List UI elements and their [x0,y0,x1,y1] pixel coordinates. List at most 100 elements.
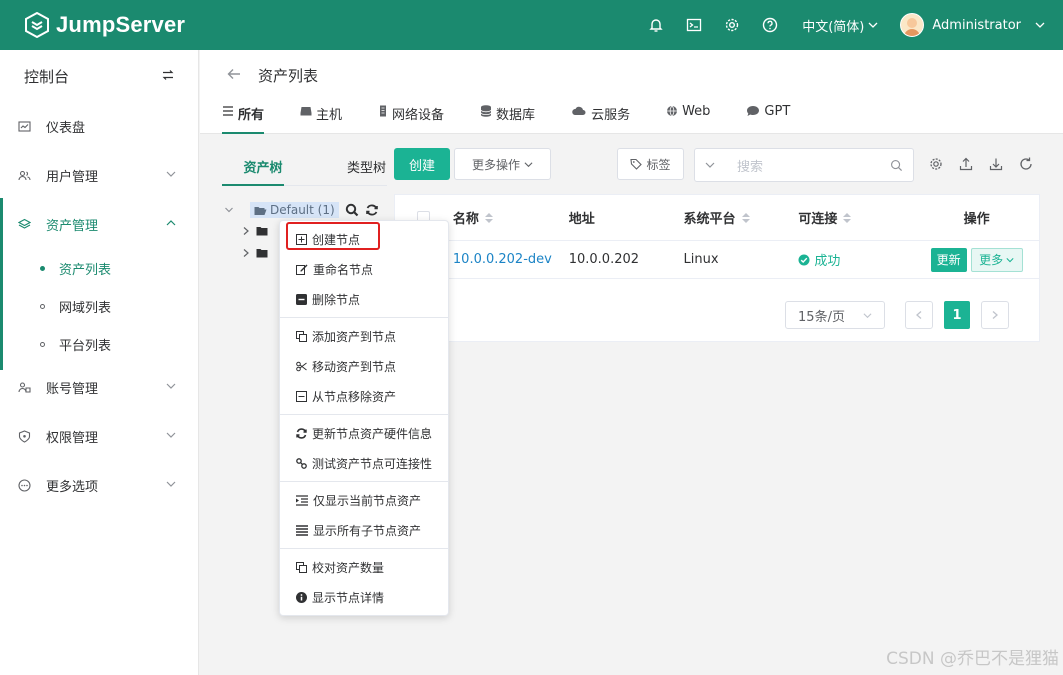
tree-node-child[interactable] [242,248,268,258]
database-icon [480,105,492,117]
menu-item-rename-node[interactable]: 重命名节点 [280,254,448,284]
create-button[interactable]: 创建 [394,148,450,180]
sidebar-subitem-platform-list[interactable]: 平台列表 [0,325,198,363]
sidebar-item-label: 仪表盘 [46,121,86,136]
gear-icon[interactable] [722,15,742,35]
row-more-button[interactable]: 更多 [970,247,1023,272]
menu-item-move-asset-to-node[interactable]: 移动资产到节点 [280,351,448,381]
sidebar-item-more[interactable]: 更多选项 [0,461,198,510]
chevron-right-icon [243,227,249,235]
tab-cloud[interactable]: 云服务 [571,104,630,134]
tab-gpt[interactable]: GPT [746,104,790,134]
sidebar-subitem-label: 网域列表 [59,300,112,316]
menu-item-show-all-child-assets[interactable]: 显示所有子节点资产 [280,515,448,545]
user-menu[interactable]: Administrator [900,13,1045,37]
sidebar-item-permissions[interactable]: 权限管理 [0,412,198,461]
indent-icon [296,494,308,506]
menu-item-create-node[interactable]: 创建节点 [280,224,448,254]
sidebar-item-label: 用户管理 [46,170,99,185]
sort-icon[interactable] [484,212,493,223]
menu-item-test-connectivity[interactable]: 测试资产节点可连接性 [280,448,448,478]
refresh-icon[interactable] [365,203,379,217]
sidebar-subitem-label: 平台列表 [59,338,112,354]
column-header-platform[interactable]: 系统平台 [684,208,799,227]
app-name: JumpServer [56,12,186,37]
prev-page-button[interactable] [905,301,933,329]
menu-item-show-current-node-assets[interactable]: 仅显示当前节点资产 [280,485,448,515]
menu-item-show-node-details[interactable]: 显示节点详情 [280,582,448,612]
asset-name-link[interactable]: 10.0.0.202-dev [453,252,552,267]
column-label: 可连接 [798,212,838,227]
jumpserver-logo-icon [25,12,49,38]
sidebar-item-label: 账号管理 [46,382,99,397]
tab-network-device[interactable]: 网络设备 [378,104,444,134]
top-bar: JumpServer 中文(简体) Administrator [0,0,1063,50]
bell-icon[interactable] [646,15,666,35]
tab-type-tree[interactable]: 类型树 [304,148,386,185]
logo[interactable]: JumpServer [24,12,185,38]
update-button[interactable]: 更新 [930,247,967,272]
page-number-current[interactable]: 1 [944,301,970,329]
menu-item-label: 删除节点 [312,292,361,307]
switch-view-icon[interactable] [162,67,174,85]
menu-item-check-asset-count[interactable]: 校对资产数量 [280,552,448,582]
copy-icon [296,561,307,573]
sort-icon[interactable] [741,212,750,223]
menu-item-remove-asset-from-node[interactable]: 从节点移除资产 [280,381,448,411]
table-panel: 创建 更多操作 标签 搜索 名称 地址 系统平台 可连接 操作 10.0.0.2… [394,148,1040,342]
tab-asset-tree[interactable]: 资产树 [222,148,304,186]
tab-all[interactable]: 所有 [222,104,265,134]
terminal-icon[interactable] [684,15,704,35]
help-icon[interactable] [760,15,780,35]
next-page-button[interactable] [981,301,1009,329]
menu-item-add-asset-to-node[interactable]: 添加资产到节点 [280,321,448,351]
tree-node-child[interactable] [242,226,268,236]
upload-icon[interactable] [958,156,974,172]
more-actions-button[interactable]: 更多操作 [454,148,551,180]
copy-icon [296,330,307,342]
tab-label: Web [682,104,711,119]
asset-table: 名称 地址 系统平台 可连接 操作 10.0.0.202-dev 10.0.0.… [394,194,1040,342]
refresh-icon[interactable] [1018,156,1034,172]
back-arrow-icon[interactable] [226,66,242,86]
tab-web[interactable]: Web [666,104,710,134]
sidebar-subitem-asset-list[interactable]: 资产列表 [0,249,198,287]
search-input[interactable]: 搜索 [694,148,914,182]
search-icon[interactable] [345,203,359,217]
folder-open-icon [254,206,267,215]
tag-button[interactable]: 标签 [617,148,684,180]
language-selector[interactable]: 中文(简体) [802,16,878,35]
sidebar-item-assets[interactable]: 资产管理 [0,200,198,249]
column-header-name[interactable]: 名称 [453,208,569,227]
chevron-down-icon[interactable] [224,205,234,215]
menu-item-label: 从节点移除资产 [312,389,397,404]
chevron-down-icon[interactable] [705,160,715,170]
host-icon [300,107,312,116]
tab-host[interactable]: 主机 [300,104,342,134]
search-placeholder: 搜索 [737,159,764,175]
menu-item-label: 仅显示当前节点资产 [313,493,422,508]
menu-item-update-hardware-info[interactable]: 更新节点资产硬件信息 [280,418,448,448]
column-header-connectivity[interactable]: 可连接 [798,208,914,227]
plus-square-icon [296,233,307,245]
tree-node-default[interactable]: Default (1) [250,202,339,218]
tab-label: 云服务 [591,108,631,123]
sidebar-subitem-domain-list[interactable]: 网域列表 [0,287,198,325]
settings-icon[interactable] [928,156,944,172]
sidebar-item-accounts[interactable]: 账号管理 [0,363,198,412]
sidebar-item-dashboard[interactable]: 仪表盘 [0,102,198,151]
download-icon[interactable] [988,156,1004,172]
device-icon [380,105,387,117]
chat-icon [747,106,760,116]
column-header-actions: 操作 [914,208,1039,227]
column-label: 地址 [568,212,595,227]
sidebar-item-users[interactable]: 用户管理 [0,151,198,200]
sort-icon[interactable] [843,212,852,223]
tab-database[interactable]: 数据库 [480,104,535,134]
asset-address: 10.0.0.202 [568,252,640,267]
menu-item-delete-node[interactable]: 删除节点 [280,284,448,314]
folder-icon [256,227,268,236]
page-size-select[interactable]: 15条/页 [785,301,885,329]
tab-label: GPT [764,104,791,119]
scissors-icon [296,361,307,371]
